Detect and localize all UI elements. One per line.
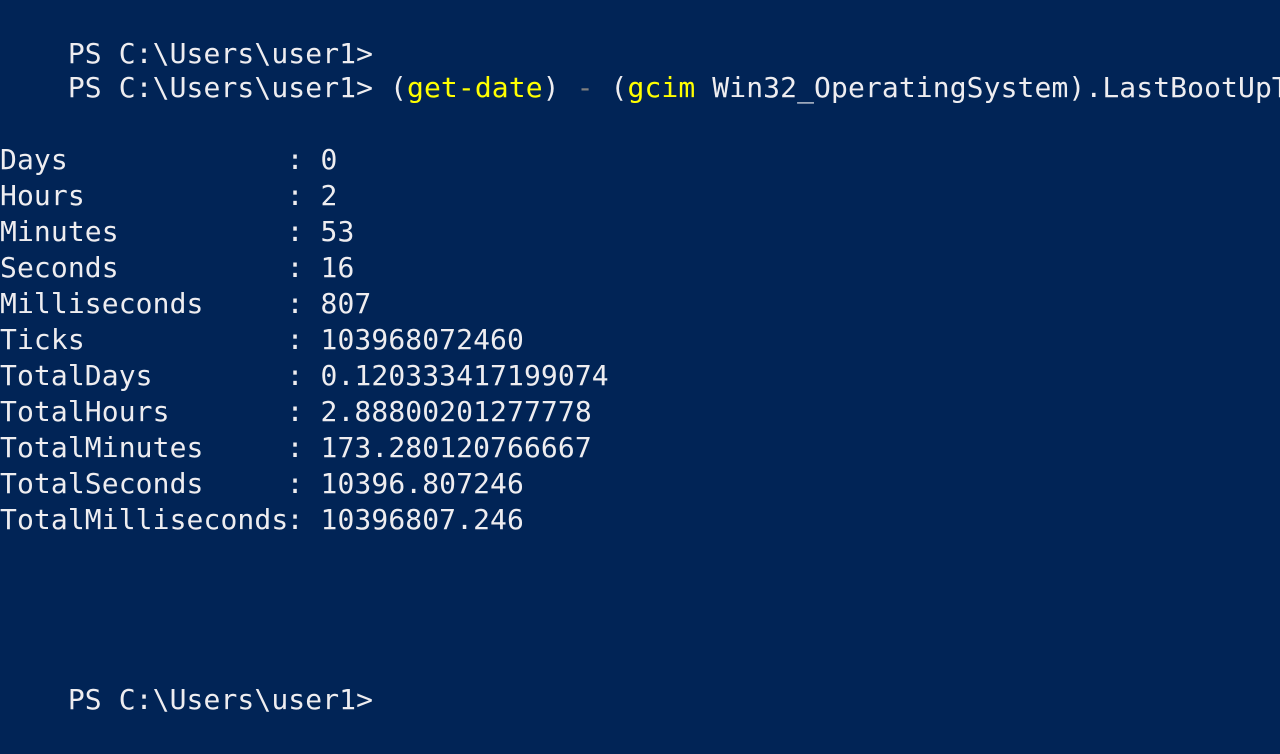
output-row: Milliseconds: 807 [0,286,371,322]
output-row: TotalSeconds: 10396.807246 [0,466,524,502]
output-row: TotalMinutes: 173.280120766667 [0,430,592,466]
property-name: TotalSeconds [0,467,204,500]
property-value: 53 [320,215,355,248]
output-row: Hours: 2 [0,178,337,214]
property-value: 2 [320,179,338,212]
open-paren: ( [373,71,407,104]
property-value: 0.120333417199074 [320,359,609,392]
property-value: 2.88800201277778 [320,395,592,428]
separator: : [286,431,321,464]
property-name: Milliseconds [0,287,204,320]
property-name: TotalMinutes [0,431,204,464]
property-value: 173.280120766667 [320,431,592,464]
output-row: TotalDays: 0.120333417199074 [0,358,609,394]
output-row: TotalHours: 2.88800201277778 [0,394,592,430]
property-name: TotalHours [0,395,170,428]
prompt: PS C:\Users\user1> [67,71,374,104]
separator: : [286,467,321,500]
separator: : [286,359,321,392]
property-name: TotalDays [0,359,153,392]
property-value: 10396807.246 [320,503,524,536]
output-row: TotalMilliseconds: 10396807.246 [0,502,524,538]
property-value: 807 [320,287,372,320]
powershell-terminal[interactable]: PS C:\Users\user1> PS C:\Users\user1> (g… [0,0,1280,720]
open-paren: ( [593,71,628,104]
close-paren: ) [542,71,560,104]
cmdlet-get-date: get-date [407,71,543,104]
separator: : [286,323,321,356]
property-name: Hours [0,179,85,212]
output-row: Seconds: 16 [0,250,354,286]
separator: : [286,503,321,536]
property-value: 103968072460 [320,323,524,356]
property-value: 0 [320,143,338,176]
prompt: PS C:\Users\user1> [67,683,374,716]
property-value: 16 [320,251,355,284]
prompt-line-current[interactable]: PS C:\Users\user1> [0,646,373,716]
property-value: 10396.807246 [320,467,524,500]
minus-operator: - [576,71,594,104]
output-row: Minutes: 53 [0,214,354,250]
cmdlet-gcim: gcim [627,71,696,104]
separator: : [286,215,321,248]
output-row: Ticks: 103968072460 [0,322,524,358]
separator: : [286,395,321,428]
separator: : [286,179,321,212]
separator: : [286,143,321,176]
output-row: Days: 0 [0,142,337,178]
property-name: Ticks [0,323,85,356]
command-line: PS C:\Users\user1> (get-date) - (gcim Wi… [0,34,1280,104]
property-name: Minutes [0,215,119,248]
property-name: TotalMilliseconds [0,503,289,536]
property-name: Days [0,143,68,176]
prompt-line-1: PS C:\Users\user1> [0,0,373,70]
separator: : [286,287,321,320]
property-name: Seconds [0,251,119,284]
separator: : [286,251,321,284]
command-arguments: Win32_OperatingSystem).LastBootUpTime [695,71,1280,104]
